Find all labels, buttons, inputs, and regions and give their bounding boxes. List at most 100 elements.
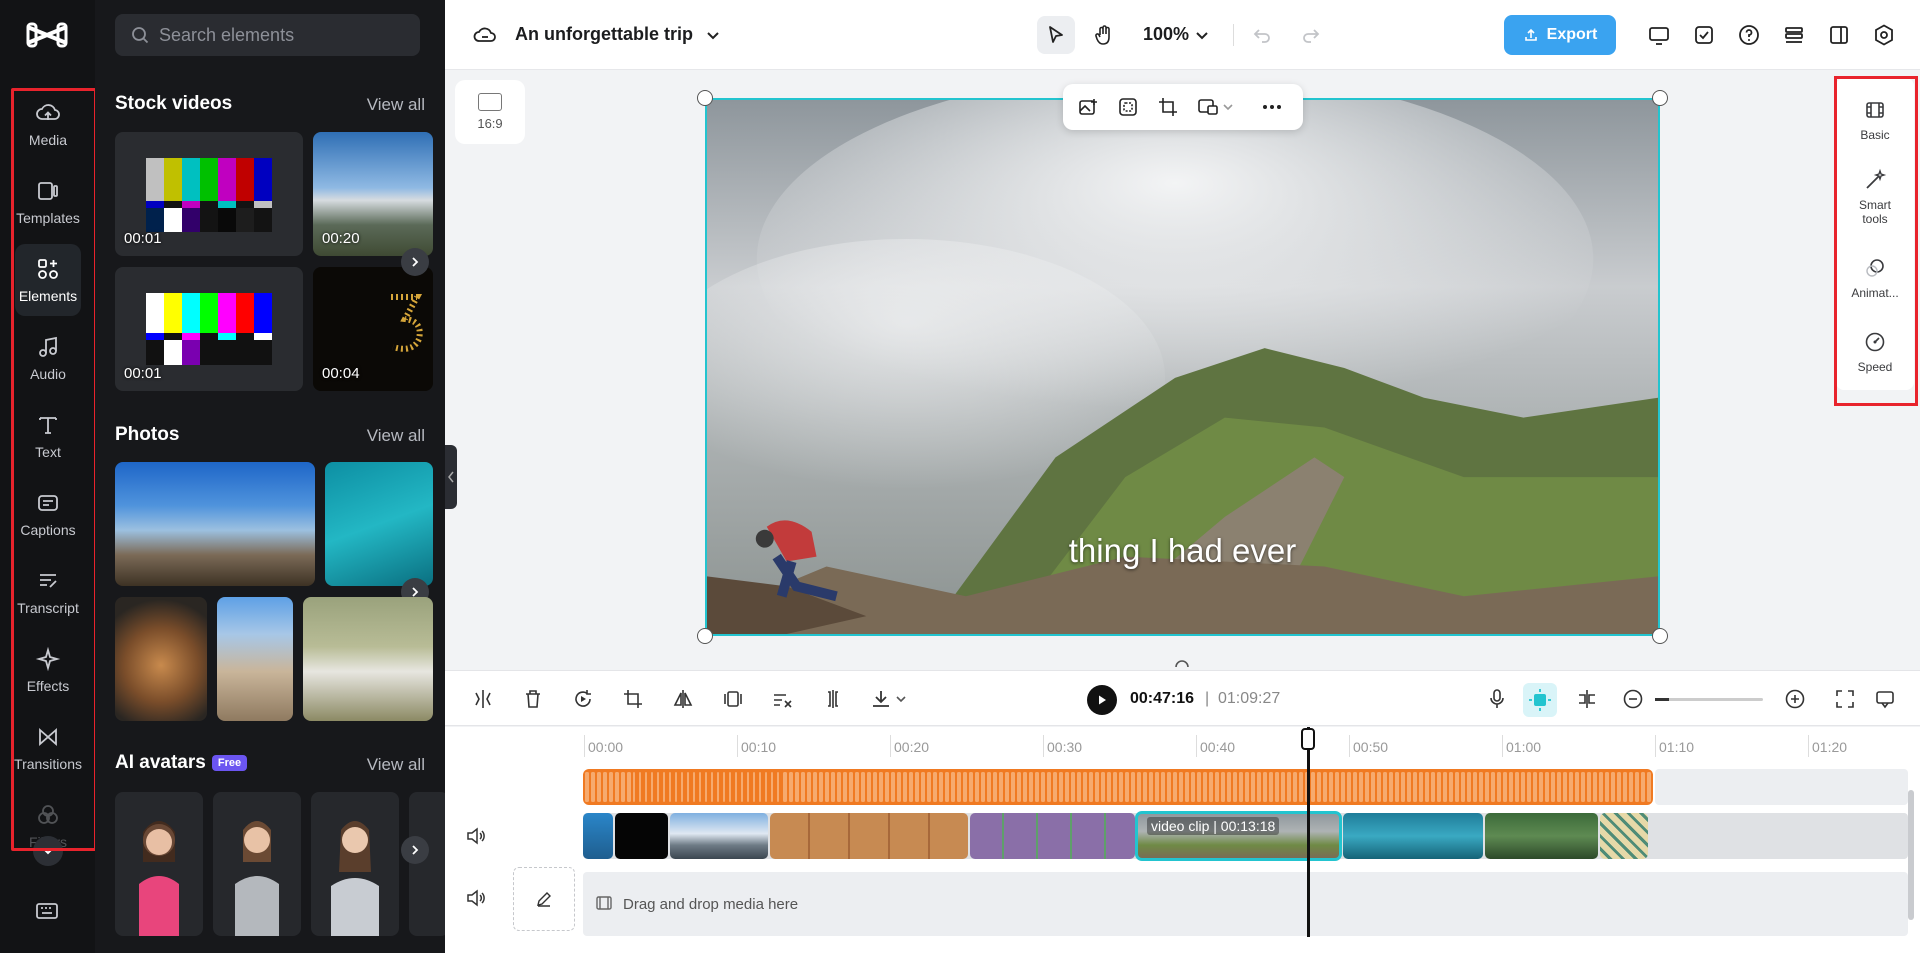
- video-clip[interactable]: [583, 813, 613, 859]
- flip-icon[interactable]: [671, 687, 695, 711]
- avatars-next-button[interactable]: [401, 836, 429, 864]
- resize-handle-top-left[interactable]: [697, 90, 713, 106]
- rail-item-transcript[interactable]: Transcript: [15, 556, 81, 628]
- aspect-ratio-button[interactable]: 16:9: [455, 80, 525, 144]
- ai-avatars-view-all[interactable]: View all: [367, 755, 425, 775]
- volume-icon[interactable]: [465, 887, 487, 909]
- present-icon[interactable]: [1645, 21, 1673, 49]
- more-options-icon[interactable]: [1261, 96, 1283, 118]
- fullscreen-icon[interactable]: [1833, 687, 1857, 711]
- property-tab-smart-tools[interactable]: Smart tools: [1836, 168, 1914, 227]
- photo-thumb-street[interactable]: [217, 597, 293, 721]
- rotate-icon[interactable]: [1173, 655, 1191, 669]
- playhead-handle[interactable]: [1301, 728, 1315, 750]
- video-clip[interactable]: [670, 813, 768, 859]
- resize-handle-bottom-left[interactable]: [697, 628, 713, 644]
- replace-image-icon[interactable]: [1077, 96, 1099, 118]
- split-view-icon[interactable]: [1825, 21, 1853, 49]
- stock-video-thumb[interactable]: 00:01: [115, 267, 303, 391]
- resize-handle-bottom-right[interactable]: [1652, 628, 1668, 644]
- rail-item-media[interactable]: Media: [15, 88, 81, 160]
- property-tab-animation[interactable]: Animat...: [1836, 256, 1914, 300]
- export-button[interactable]: Export: [1504, 15, 1616, 55]
- timeline[interactable]: 00:00 00:10 00:20 00:30 00:40 00:50 01:00 01:10…: [445, 727, 1920, 953]
- stock-videos-next-button[interactable]: [401, 248, 429, 276]
- photo-thumb-dog[interactable]: [303, 597, 433, 721]
- image-adjust-icon[interactable]: [1197, 96, 1219, 118]
- rail-item-elements[interactable]: Elements: [15, 244, 81, 316]
- more-tools-button[interactable]: [33, 836, 63, 866]
- crop-icon[interactable]: [621, 687, 645, 711]
- help-icon[interactable]: [1735, 21, 1763, 49]
- timeline-scrollbar[interactable]: [1908, 790, 1914, 920]
- stock-video-thumb[interactable]: 00:01: [115, 132, 303, 256]
- video-clip[interactable]: [1485, 813, 1598, 859]
- link-tracks-icon[interactable]: [1575, 687, 1599, 711]
- rail-item-text[interactable]: Text: [15, 400, 81, 472]
- search-input[interactable]: Search elements: [115, 14, 420, 56]
- auto-snap-toggle[interactable]: [1523, 683, 1557, 717]
- stock-videos-view-all[interactable]: View all: [367, 95, 425, 115]
- photo-thumb-city[interactable]: [115, 462, 315, 586]
- timeline-zoom-slider[interactable]: [1655, 698, 1763, 701]
- delete-icon[interactable]: [521, 687, 545, 711]
- chevron-down-icon[interactable]: [699, 21, 727, 49]
- hand-tool-icon[interactable]: [1090, 21, 1118, 49]
- trim-icon[interactable]: [821, 687, 845, 711]
- avatar-thumb[interactable]: [213, 792, 301, 936]
- video-clip[interactable]: [1343, 813, 1483, 859]
- freeze-icon[interactable]: [721, 687, 745, 711]
- rail-item-effects[interactable]: Effects: [15, 634, 81, 706]
- capcut-logo[interactable]: [26, 20, 68, 50]
- chevron-down-icon[interactable]: [1221, 100, 1235, 114]
- chevron-down-icon[interactable]: [893, 691, 909, 707]
- chevron-down-icon[interactable]: [1188, 21, 1216, 49]
- collapse-panel-handle[interactable]: [445, 445, 457, 509]
- split-icon[interactable]: [471, 687, 495, 711]
- video-clip[interactable]: [770, 813, 968, 859]
- video-clip[interactable]: [970, 813, 1135, 859]
- avatar-thumb[interactable]: [409, 792, 445, 936]
- property-tab-speed[interactable]: Speed: [1836, 330, 1914, 374]
- avatar-thumb[interactable]: [311, 792, 399, 936]
- rail-item-audio[interactable]: Audio: [15, 322, 81, 394]
- keyboard-icon[interactable]: [34, 898, 60, 924]
- audio-track-clip[interactable]: [583, 769, 1653, 805]
- crop-icon[interactable]: [1157, 96, 1179, 118]
- redo-icon[interactable]: [1297, 21, 1325, 49]
- photo-thumb-sea[interactable]: [325, 462, 433, 586]
- checklist-icon[interactable]: [1690, 21, 1718, 49]
- drop-zone[interactable]: Drag and drop media here: [583, 872, 1908, 936]
- photo-thumb-food[interactable]: [115, 597, 207, 721]
- zoom-level[interactable]: 100%: [1143, 24, 1189, 45]
- download-icon[interactable]: [869, 687, 893, 711]
- video-clip[interactable]: [1600, 813, 1648, 859]
- rail-item-captions[interactable]: Captions: [15, 478, 81, 550]
- project-title[interactable]: An unforgettable trip: [515, 24, 693, 45]
- property-tab-basic[interactable]: Basic: [1836, 98, 1914, 142]
- rail-item-templates[interactable]: Templates: [15, 166, 81, 238]
- rail-item-transitions[interactable]: Transitions: [14, 712, 82, 784]
- resize-handle-top-right[interactable]: [1652, 90, 1668, 106]
- video-clip[interactable]: [615, 813, 668, 859]
- volume-icon[interactable]: [465, 825, 487, 847]
- zoom-in-icon[interactable]: [1783, 687, 1807, 711]
- undo-icon[interactable]: [1248, 21, 1276, 49]
- play-button[interactable]: [1087, 685, 1117, 715]
- video-track[interactable]: video clip | 00:13:18: [583, 811, 1908, 861]
- stock-video-thumb[interactable]: 00:04: [313, 267, 433, 391]
- speed-ramp-icon[interactable]: [771, 687, 795, 711]
- remove-background-icon[interactable]: [1117, 96, 1139, 118]
- select-tool-button[interactable]: [1037, 16, 1075, 54]
- replay-icon[interactable]: [571, 687, 595, 711]
- microphone-icon[interactable]: [1485, 687, 1509, 711]
- avatar-thumb[interactable]: [115, 792, 203, 936]
- layers-icon[interactable]: [1780, 21, 1808, 49]
- comment-icon[interactable]: [1873, 687, 1897, 711]
- settings-icon[interactable]: [1870, 21, 1898, 49]
- playhead[interactable]: [1307, 727, 1310, 937]
- zoom-out-icon[interactable]: [1621, 687, 1645, 711]
- caption-text[interactable]: thing I had ever: [707, 532, 1658, 570]
- edit-cover-button[interactable]: [513, 867, 575, 931]
- photos-view-all[interactable]: View all: [367, 426, 425, 446]
